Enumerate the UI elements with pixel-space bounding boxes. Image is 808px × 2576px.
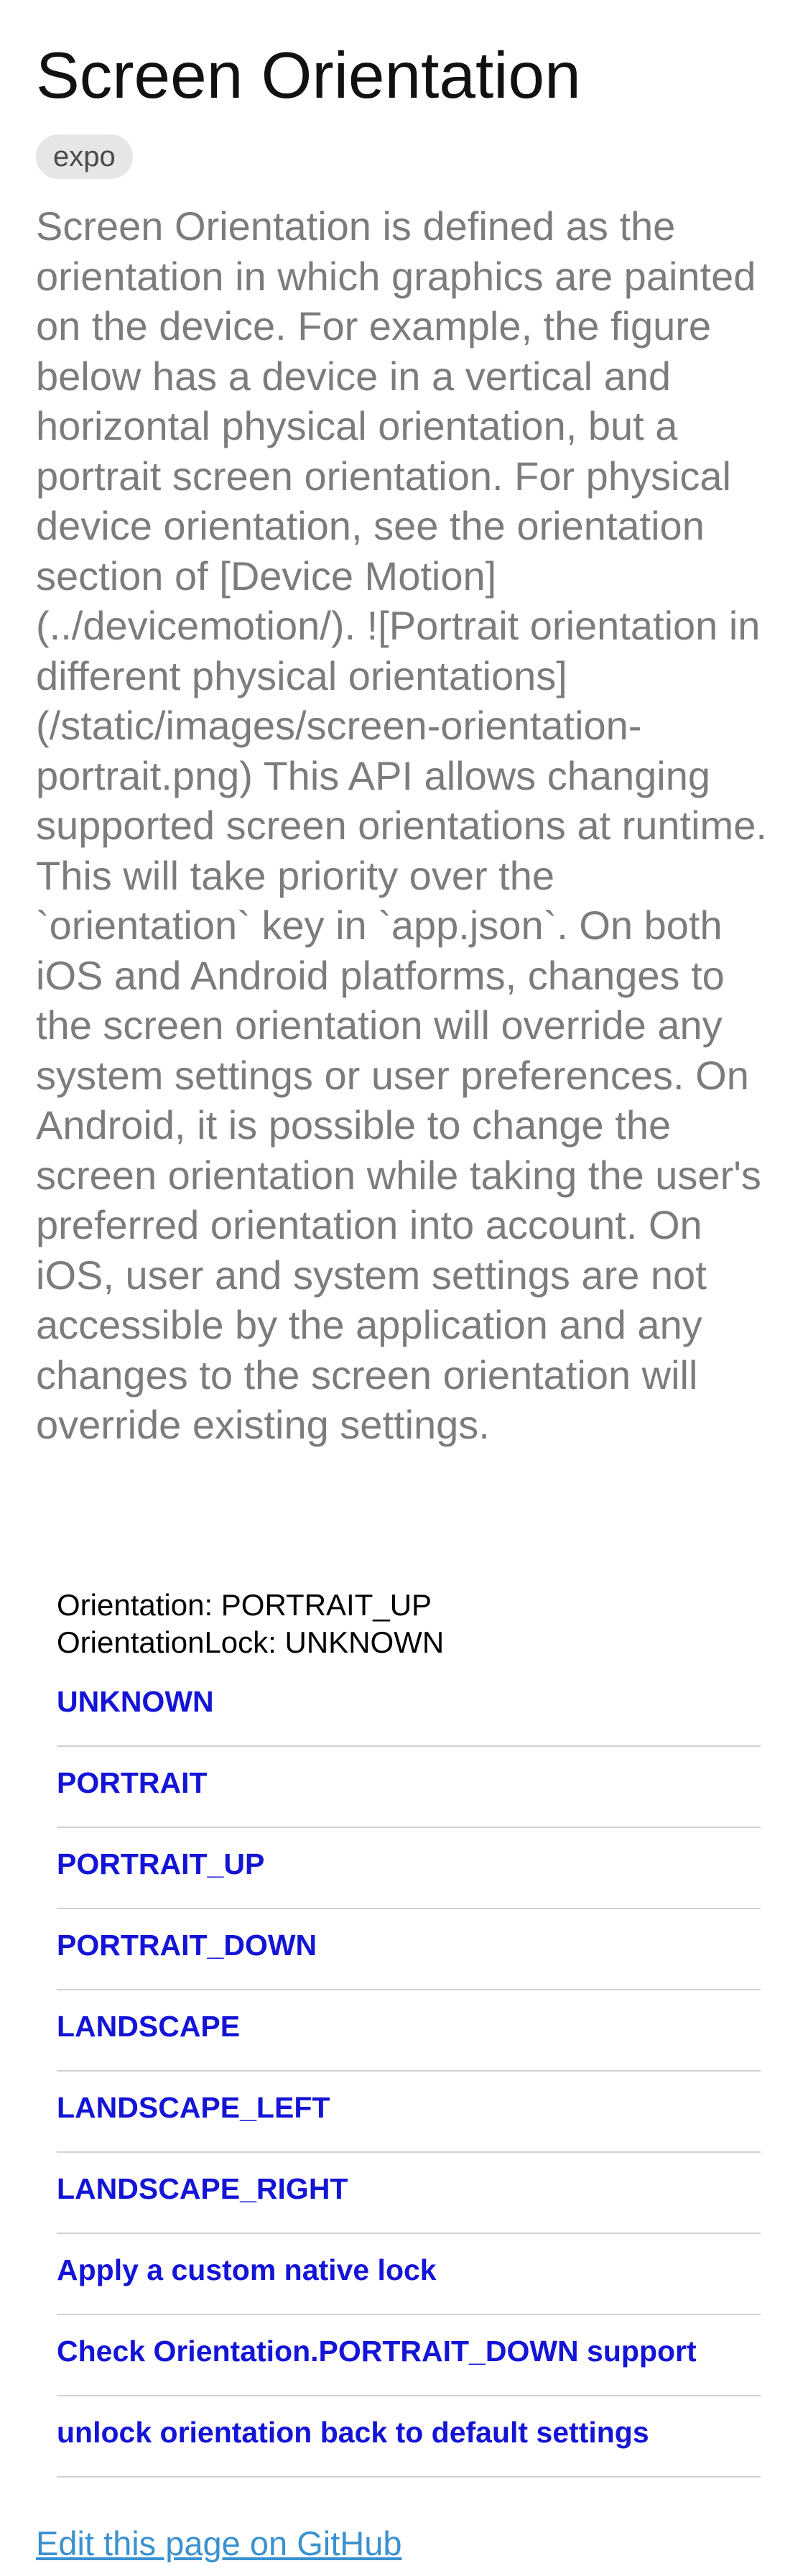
unlock-orientation-button[interactable]: unlock orientation back to default setti… [57, 2396, 761, 2478]
orientation-lock-button-list: UNKNOWN PORTRAIT PORTRAIT_UP PORTRAIT_DO… [57, 1666, 761, 2478]
lock-landscape-left-button[interactable]: LANDSCAPE_LEFT [57, 2072, 761, 2153]
page-description: Screen Orientation is defined as the ori… [36, 203, 767, 1447]
platform-tag: expo [36, 134, 133, 179]
lock-portrait-up-button[interactable]: PORTRAIT_UP [57, 1828, 761, 1909]
orientation-status: Orientation: PORTRAIT_UP [57, 1588, 432, 1622]
custom-native-lock-button[interactable]: Apply a custom native lock [57, 2234, 761, 2315]
lock-unknown-button[interactable]: UNKNOWN [57, 1666, 761, 1747]
lock-portrait-down-button[interactable]: PORTRAIT_DOWN [57, 1909, 761, 1990]
edit-on-github-link[interactable]: Edit this page on GitHub [36, 2522, 401, 2565]
orientation-lock-status: OrientationLock: UNKNOWN [57, 1625, 445, 1659]
lock-portrait-button[interactable]: PORTRAIT [57, 1747, 761, 1828]
check-portrait-down-support-button[interactable]: Check Orientation.PORTRAIT_DOWN support [57, 2315, 761, 2396]
orientation-example: Orientation: PORTRAIT_UP OrientationLock… [57, 1587, 761, 2478]
lock-landscape-button[interactable]: LANDSCAPE [57, 1990, 761, 2072]
page-title: Screen Orientation [36, 40, 581, 112]
lock-landscape-right-button[interactable]: LANDSCAPE_RIGHT [57, 2153, 761, 2234]
